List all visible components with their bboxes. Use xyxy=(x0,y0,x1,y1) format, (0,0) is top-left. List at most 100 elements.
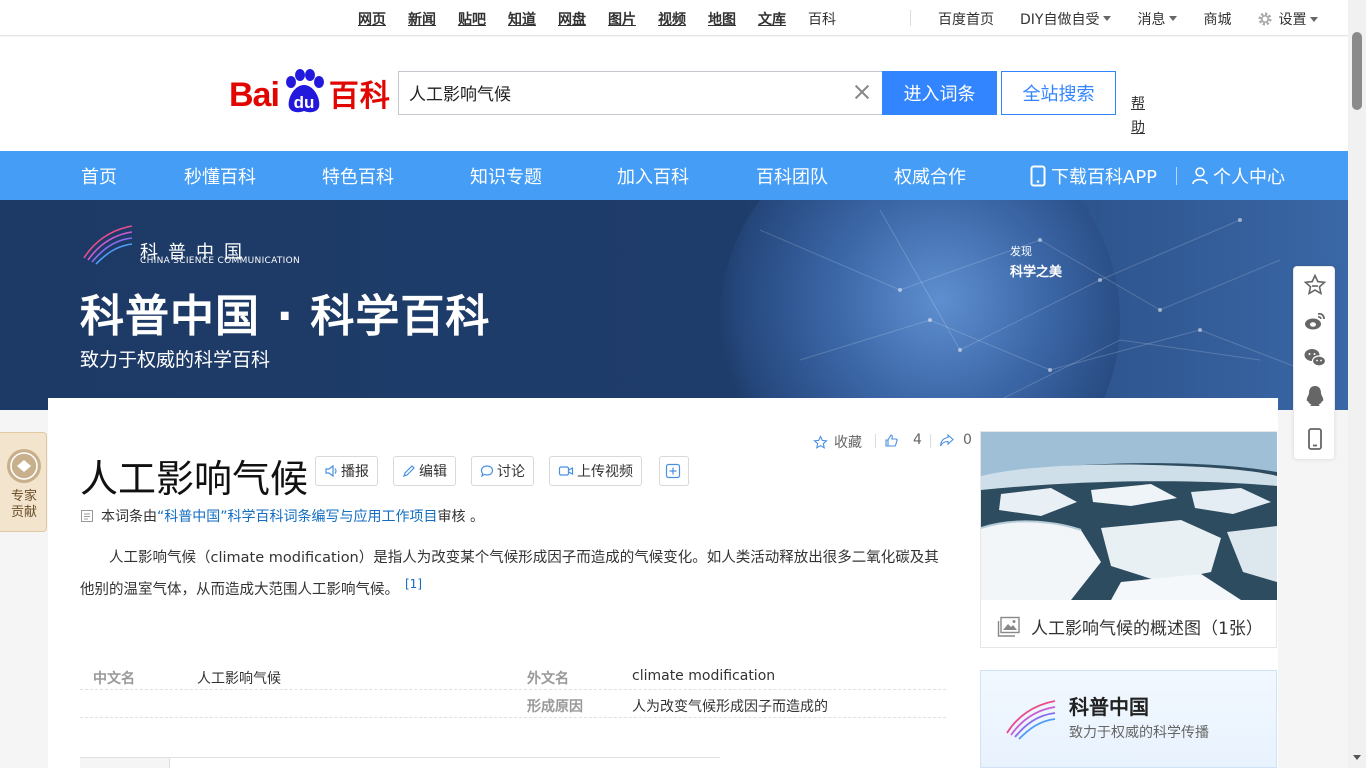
messages-label: 消息 xyxy=(1137,12,1166,28)
link-baike-current: 百科 xyxy=(808,12,836,28)
nav-divider xyxy=(1176,167,1177,185)
collect-label: 收藏 xyxy=(834,435,862,451)
stat-divider xyxy=(875,434,876,448)
album-caption[interactable]: 人工影响气候的概述图（1张） xyxy=(997,614,1263,639)
nav-user-center[interactable]: 个人中心 xyxy=(1192,163,1285,189)
mall-link[interactable]: 商城 xyxy=(1203,9,1231,29)
kepu-card[interactable]: 科普中国 致力于权威的科学传播 xyxy=(980,670,1277,768)
plus-icon xyxy=(665,463,680,479)
kepu-logo-icon xyxy=(1006,700,1056,740)
nav-home[interactable]: 首页 xyxy=(81,163,117,189)
share-sidebar xyxy=(1293,266,1335,460)
link-web[interactable]: 网页 xyxy=(358,9,386,29)
info-value: 人为改变气候形成因子而造成的 xyxy=(632,699,828,715)
share-button[interactable]: 0 xyxy=(939,432,972,448)
upload-video-label: 上传视频 xyxy=(577,464,633,480)
upload-video-button[interactable]: 上传视频 xyxy=(549,456,642,486)
scrollbar-thumb[interactable] xyxy=(1352,32,1362,110)
reference-link[interactable]: [1] xyxy=(405,577,422,591)
info-key: 形成原因 xyxy=(527,699,583,715)
link-wenku[interactable]: 文库 xyxy=(758,9,786,29)
user-center-label: 个人中心 xyxy=(1213,167,1285,188)
link-tieba[interactable]: 贴吧 xyxy=(458,9,486,29)
nav-team[interactable]: 百科团队 xyxy=(756,163,828,189)
nav-cooperation[interactable]: 权威合作 xyxy=(894,163,966,189)
basic-info-table: 中文名 人工影响气候 外文名 climate modification 形成原因… xyxy=(80,662,946,718)
info-key: 外文名 xyxy=(527,671,569,687)
weibo-icon[interactable] xyxy=(1303,309,1327,333)
star-icon xyxy=(813,434,828,449)
kepu-logo-icon xyxy=(83,225,133,265)
product-links: 网页 新闻 贴吧 知道 网盘 图片 视频 地图 文库 百科 xyxy=(358,9,858,29)
link-video[interactable]: 视频 xyxy=(658,9,686,29)
mobile-icon[interactable] xyxy=(1303,427,1327,451)
catalog-tab[interactable] xyxy=(80,758,170,768)
summary-text: 人工影响气候（climate modification）是指人为改变某个气候形成… xyxy=(80,550,939,598)
wechat-icon[interactable] xyxy=(1303,346,1327,370)
logo-bai: Bai xyxy=(229,76,280,114)
catalog-divider xyxy=(80,757,720,758)
link-map[interactable]: 地图 xyxy=(708,9,736,29)
kepu-logo-en: CHINA SCIENCE COMMUNICATION xyxy=(140,256,301,266)
search-input[interactable] xyxy=(409,82,829,102)
site-search-button[interactable]: 全站搜索 xyxy=(1001,71,1116,115)
messages-menu[interactable]: 消息 xyxy=(1137,9,1178,29)
album-image[interactable] xyxy=(981,432,1277,600)
nav-miaodong[interactable]: 秒懂百科 xyxy=(184,163,256,189)
like-button[interactable]: 4 xyxy=(884,432,922,448)
review-project-link[interactable]: “科普中国”科学百科词条编写与应用工作项目 xyxy=(157,506,438,526)
nav-tese[interactable]: 特色百科 xyxy=(322,163,394,189)
thumbs-up-icon xyxy=(885,433,898,447)
discuss-label: 讨论 xyxy=(497,464,525,480)
top-divider xyxy=(910,10,911,26)
user-icon xyxy=(1192,167,1208,185)
enter-entry-button[interactable]: 进入词条 xyxy=(882,71,997,115)
like-count: 4 xyxy=(913,432,922,448)
help-link[interactable]: 帮助 xyxy=(1131,92,1147,140)
link-image[interactable]: 图片 xyxy=(608,9,636,29)
kepu-banner: 科普中国 CHINA SCIENCE COMMUNICATION 科普中国 · … xyxy=(0,200,1348,410)
qq-icon[interactable] xyxy=(1303,384,1327,408)
settings-label: 设置 xyxy=(1278,12,1307,28)
share-arrow-icon xyxy=(939,433,954,446)
stat-divider xyxy=(930,434,931,448)
scrollbar[interactable] xyxy=(1348,0,1366,768)
phone-icon xyxy=(1030,165,1046,187)
summary-album[interactable]: 人工影响气候的概述图（1张） xyxy=(980,431,1277,648)
review-note: 本词条由 “科普中国”科学百科词条编写与应用工作项目 审核 。 xyxy=(80,506,484,526)
favorite-star-icon[interactable] xyxy=(1303,273,1327,297)
link-zhidao[interactable]: 知道 xyxy=(508,9,536,29)
document-icon xyxy=(81,510,93,522)
gear-icon xyxy=(1258,12,1272,26)
lemma-summary: 人工影响气候（climate modification）是指人为改变某个气候形成… xyxy=(80,545,946,603)
nav-download-app[interactable]: 下载百科APP xyxy=(1030,163,1157,189)
expert-contribution-badge[interactable]: 专家贡献 xyxy=(0,432,47,532)
scroll-down-arrow-icon[interactable] xyxy=(1353,755,1361,760)
image-gallery-icon xyxy=(997,616,1020,637)
collect-button[interactable]: 收藏 xyxy=(813,432,862,452)
close-icon[interactable] xyxy=(852,82,872,102)
nav-join[interactable]: 加入百科 xyxy=(617,163,689,189)
video-camera-icon xyxy=(558,466,574,476)
link-news[interactable]: 新闻 xyxy=(408,9,436,29)
discuss-button[interactable]: 讨论 xyxy=(471,456,534,486)
edit-button[interactable]: 编辑 xyxy=(393,456,456,486)
broadcast-button[interactable]: 播报 xyxy=(315,456,378,486)
more-button[interactable] xyxy=(659,456,689,486)
download-app-label: 下载百科APP xyxy=(1051,167,1158,188)
review-prefix: 本词条由 xyxy=(101,509,157,525)
chat-bubble-icon xyxy=(480,465,494,478)
chevron-down-icon xyxy=(1103,16,1112,21)
settings-menu[interactable]: 设置 xyxy=(1257,9,1319,29)
info-value: 人工影响气候 xyxy=(197,671,281,687)
link-pan[interactable]: 网盘 xyxy=(558,9,586,29)
share-count: 0 xyxy=(963,432,972,448)
speaker-icon xyxy=(325,464,337,478)
nav-topics[interactable]: 知识专题 xyxy=(470,163,542,189)
album-caption-text: 人工影响气候的概述图（1张） xyxy=(1031,619,1263,639)
user-menu[interactable]: DIY自做自受 xyxy=(1020,9,1112,29)
baidu-home-link[interactable]: 百度首页 xyxy=(938,9,994,29)
discover-big: 科学之美 xyxy=(1010,265,1063,280)
username: DIY自做自受 xyxy=(1020,12,1100,28)
baidu-baike-logo[interactable]: Bai du 百科 xyxy=(229,65,391,115)
